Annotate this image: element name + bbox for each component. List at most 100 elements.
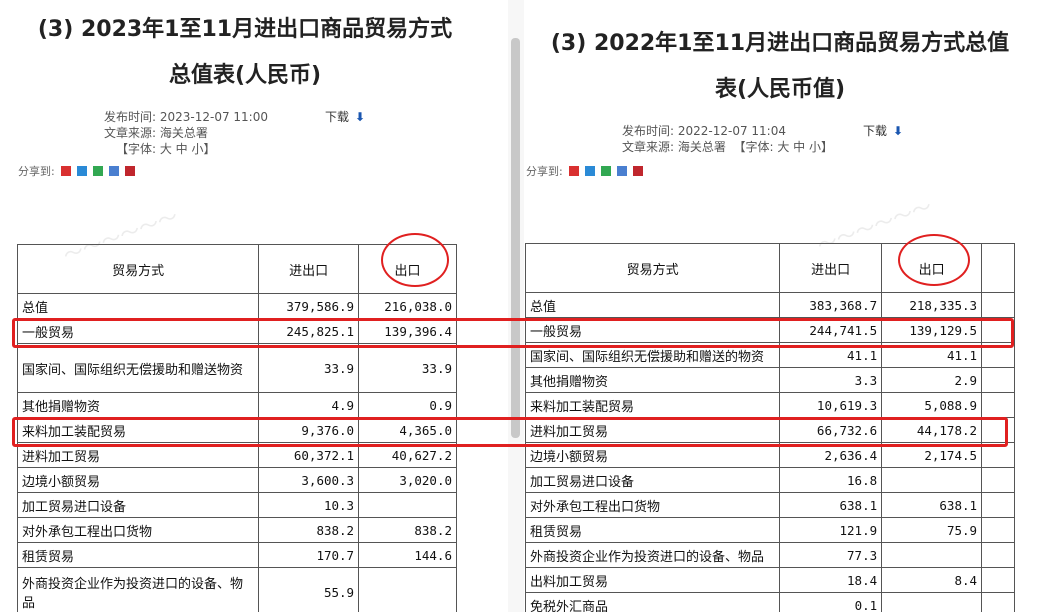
page-title-line2: 表(人民币值) xyxy=(714,77,846,102)
renren-icon[interactable] xyxy=(616,166,627,176)
table-row: 免税外汇商品 0.1 xyxy=(524,592,1015,612)
table-row: 来料加工装配贸易 10,619.3 5,088.9 xyxy=(524,392,1015,418)
article-source: 文章来源: 海关总署 xyxy=(104,126,208,140)
tencent-icon[interactable] xyxy=(632,166,643,176)
import-export-cell: 3.3 xyxy=(779,367,883,393)
cut-cell xyxy=(981,292,1015,318)
trade-type-cell: 总值 xyxy=(524,292,781,318)
table-row: 总值 379,586.9 216,038.0 xyxy=(16,293,457,319)
export-cell xyxy=(358,492,457,518)
import-export-cell: 10.3 xyxy=(258,492,360,518)
processing-trade-highlight xyxy=(12,417,1008,447)
trade-type-cell: 国家间、国际组织无偿援助和赠送物资 xyxy=(16,343,260,393)
download-link[interactable]: 下载 ⬇ xyxy=(325,108,365,125)
scrollbar-thumb[interactable] xyxy=(511,38,520,438)
import-export-cell: 16.8 xyxy=(779,467,883,493)
qzone-icon[interactable] xyxy=(76,166,87,176)
share-bar: 分享到: xyxy=(18,163,135,179)
table-row: 租赁贸易 121.9 75.9 xyxy=(524,517,1015,543)
table-row: 其他捐赠物资 3.3 2.9 xyxy=(524,367,1015,393)
left-page: (3) 2023年1至11月进出口商品贸易方式 总值表(人民币) 发布时间: 2… xyxy=(0,0,508,612)
trade-type-cell: 免税外汇商品 xyxy=(524,592,781,612)
publish-time: 发布时间: 2022-12-07 11:04 xyxy=(622,124,786,138)
import-export-cell: 638.1 xyxy=(779,492,883,518)
cut-cell xyxy=(981,392,1015,418)
wechat-icon[interactable] xyxy=(600,166,611,176)
column-header: 进出口 xyxy=(258,244,360,294)
export-cell xyxy=(881,592,983,612)
table-row: 边境小额贸易 3,600.3 3,020.0 xyxy=(16,467,457,493)
import-export-cell: 4.9 xyxy=(258,392,360,418)
import-export-cell: 0.1 xyxy=(779,592,883,612)
export-cell: 33.9 xyxy=(358,343,457,393)
trade-type-cell: 外商投资企业作为投资进口的设备、物品 xyxy=(524,542,781,568)
export-cell xyxy=(358,567,457,612)
font-size-control[interactable]: 【字体: 大 中 小】 xyxy=(116,141,216,157)
import-export-cell: 10,619.3 xyxy=(779,392,883,418)
table-row: 外商投资企业作为投资进口的设备、物品 55.9 xyxy=(16,567,457,612)
page-title-line1: (3) 2023年1至11月进出口商品贸易方式 xyxy=(37,17,453,42)
share-label: 分享到: xyxy=(526,165,563,178)
qzone-icon[interactable] xyxy=(584,166,595,176)
weibo-icon[interactable] xyxy=(60,166,71,176)
cut-cell xyxy=(981,492,1015,518)
table-row: 其他捐赠物资 4.9 0.9 xyxy=(16,392,457,418)
table-row: 出料加工贸易 18.4 8.4 xyxy=(524,567,1015,593)
column-header: 贸易方式 xyxy=(524,243,781,293)
trade-type-cell: 其他捐赠物资 xyxy=(524,367,781,393)
import-export-cell: 383,368.7 xyxy=(779,292,883,318)
import-export-cell: 55.9 xyxy=(258,567,360,612)
export-cell: 144.6 xyxy=(358,542,457,568)
export-cell: 5,088.9 xyxy=(881,392,983,418)
weibo-icon[interactable] xyxy=(568,166,579,176)
trade-type-cell: 对外承包工程出口货物 xyxy=(16,517,260,543)
trade-type-cell: 外商投资企业作为投资进口的设备、物品 xyxy=(16,567,260,612)
right-page: (3) 2022年1至11月进出口商品贸易方式总值 表(人民币值) 发布时间: … xyxy=(524,0,1040,612)
table-row: 加工贸易进口设备 16.8 xyxy=(524,467,1015,493)
page-title-line2: 总值表(人民币) xyxy=(168,63,322,88)
table-row: 对外承包工程出口货物 638.1 638.1 xyxy=(524,492,1015,518)
table-row: 加工贸易进口设备 10.3 xyxy=(16,492,457,518)
export-cell: 216,038.0 xyxy=(358,293,457,319)
cut-cell xyxy=(981,467,1015,493)
trade-type-cell: 出料加工贸易 xyxy=(524,567,781,593)
publish-time: 发布时间: 2023-12-07 11:00 xyxy=(104,110,268,124)
column-header-cut xyxy=(981,243,1015,293)
table-row: 外商投资企业作为投资进口的设备、物品 77.3 xyxy=(524,542,1015,568)
trade-type-cell: 边境小额贸易 xyxy=(16,467,260,493)
font-size-control[interactable]: 【字体: 大 中 小】 xyxy=(734,140,834,154)
table-row: 总值 383,368.7 218,335.3 xyxy=(524,292,1015,318)
trade-type-cell: 来料加工装配贸易 xyxy=(524,392,781,418)
cut-cell xyxy=(981,542,1015,568)
table-row: 国家间、国际组织无偿援助和赠送物资 33.9 33.9 xyxy=(16,343,457,393)
cut-cell xyxy=(981,592,1015,612)
import-export-cell: 121.9 xyxy=(779,517,883,543)
wechat-icon[interactable] xyxy=(92,166,103,176)
export-cell: 0.9 xyxy=(358,392,457,418)
column-header: 贸易方式 xyxy=(16,244,260,294)
export-cell: 75.9 xyxy=(881,517,983,543)
download-arrow-icon: ⬇ xyxy=(355,110,366,124)
import-export-cell: 3,600.3 xyxy=(258,467,360,493)
share-label: 分享到: xyxy=(18,165,55,178)
download-arrow-icon: ⬇ xyxy=(893,124,904,138)
download-link[interactable]: 下载 ⬇ xyxy=(863,122,903,139)
export-cell: 218,335.3 xyxy=(881,292,983,318)
trade-type-cell: 加工贸易进口设备 xyxy=(16,492,260,518)
export-cell: 3,020.0 xyxy=(358,467,457,493)
import-export-cell: 838.2 xyxy=(258,517,360,543)
cut-cell xyxy=(981,367,1015,393)
import-export-cell: 379,586.9 xyxy=(258,293,360,319)
general-trade-highlight xyxy=(12,318,1014,348)
column-header: 进出口 xyxy=(779,243,883,293)
download-label: 下载 xyxy=(863,124,888,138)
table-row: 租赁贸易 170.7 144.6 xyxy=(16,542,457,568)
cut-cell xyxy=(981,517,1015,543)
trade-type-cell: 加工贸易进口设备 xyxy=(524,467,781,493)
renren-icon[interactable] xyxy=(108,166,119,176)
tencent-icon[interactable] xyxy=(124,166,135,176)
trade-type-cell: 租赁贸易 xyxy=(16,542,260,568)
import-export-cell: 33.9 xyxy=(258,343,360,393)
download-label: 下载 xyxy=(325,110,350,124)
article-source: 文章来源: 海关总署 xyxy=(622,140,726,154)
